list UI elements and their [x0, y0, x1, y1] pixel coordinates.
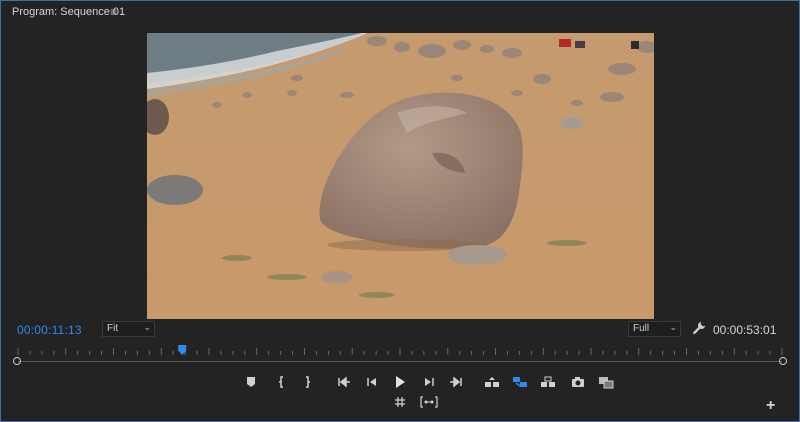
insert-icon — [541, 376, 555, 387]
mark-in-button[interactable] — [273, 374, 291, 390]
step-back-icon — [367, 378, 376, 386]
play-button[interactable] — [391, 374, 409, 390]
add-marker-icon — [247, 377, 255, 387]
compare-view-button[interactable] — [597, 374, 615, 390]
export-frame-icon — [572, 377, 584, 387]
go-to-out-button[interactable] — [447, 374, 465, 390]
wrench-icon[interactable] — [692, 321, 706, 335]
zoom-scrollbar-right-handle[interactable] — [779, 357, 787, 365]
step-back-button[interactable] — [363, 374, 381, 390]
mark-out-icon — [306, 376, 310, 388]
compare-view-icon — [599, 376, 614, 388]
duration-timecode: 00:00:53:01 — [713, 323, 777, 337]
step-forward-button[interactable] — [420, 374, 438, 390]
lift-button[interactable] — [483, 374, 501, 390]
resolution-select-value: Full — [633, 323, 650, 334]
chevron-down-icon: ⌄ — [669, 322, 677, 332]
zoom-select[interactable]: Fit ⌄ — [102, 321, 155, 337]
video-preview[interactable] — [147, 33, 654, 319]
mark-in-icon — [279, 376, 283, 388]
zoom-scrollbar-left-handle[interactable] — [13, 357, 21, 365]
beach-rock-image — [147, 33, 654, 319]
zoom-select-value: Fit — [107, 323, 119, 334]
go-to-in-icon — [338, 376, 350, 388]
go-to-in-button[interactable] — [335, 374, 353, 390]
lift-icon — [485, 377, 499, 387]
extract-icon — [513, 377, 527, 387]
panel-title[interactable]: Program: Sequence 01 — [12, 6, 125, 18]
vr-video-icon — [420, 396, 438, 408]
safe-margins-icon — [395, 397, 405, 407]
current-timecode[interactable]: 00:00:11:13 — [17, 323, 82, 337]
safe-margins-button[interactable] — [391, 394, 409, 410]
panel-header: Program: Sequence 01 ≡ — [0, 0, 800, 24]
play-icon — [396, 376, 405, 388]
add-marker-button[interactable] — [242, 374, 260, 390]
add-button-icon[interactable]: + — [766, 397, 775, 415]
zoom-scrollbar[interactable] — [12, 359, 788, 364]
go-to-out-icon — [450, 376, 462, 388]
export-frame-button[interactable] — [569, 374, 587, 390]
extract-button[interactable] — [511, 374, 529, 390]
insert-button[interactable] — [539, 374, 557, 390]
time-ruler[interactable] — [12, 344, 788, 358]
resolution-select[interactable]: Full ⌄ — [628, 321, 681, 337]
step-forward-icon — [425, 378, 434, 386]
hamburger-menu-icon[interactable]: ≡ — [110, 5, 117, 19]
vr-video-button[interactable] — [420, 394, 438, 410]
mark-out-button[interactable] — [298, 374, 316, 390]
chevron-down-icon: ⌄ — [143, 322, 151, 332]
